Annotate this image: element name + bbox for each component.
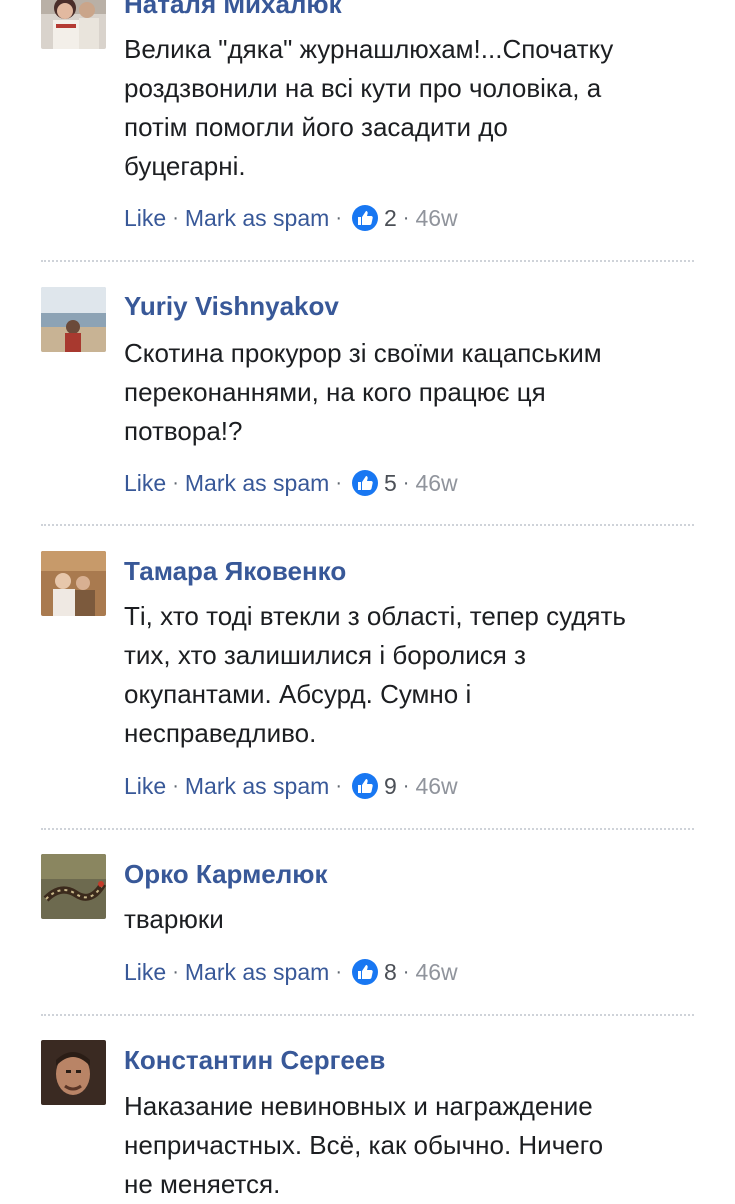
comment-actions: Like · Mark as spam · 9 · 46w — [124, 771, 458, 801]
like-button[interactable]: Like — [124, 205, 166, 232]
thumbs-up-icon[interactable] — [351, 205, 378, 231]
timestamp[interactable]: 46w — [415, 470, 457, 497]
thumbs-up-icon[interactable] — [351, 959, 378, 985]
like-button[interactable]: Like — [124, 470, 166, 497]
avatar[interactable] — [41, 854, 106, 919]
separator: · — [172, 960, 179, 983]
thumbs-up-icon[interactable] — [351, 773, 378, 799]
comment-divider — [41, 260, 694, 262]
like-button[interactable]: Like — [124, 773, 166, 800]
comment-author[interactable]: Орко Кармелюк — [124, 858, 328, 890]
mark-as-spam-button[interactable]: Mark as spam — [185, 205, 329, 232]
comment-text: тварюки — [124, 904, 224, 934]
separator: · — [172, 774, 179, 797]
mark-as-spam-button[interactable]: Mark as spam — [185, 470, 329, 497]
comment-divider — [41, 524, 694, 526]
separator: · — [402, 206, 410, 229]
comment-text: Велика "дяка" журнашлюхам!...Спочатку ро… — [124, 34, 614, 181]
reaction-count[interactable]: 9 — [384, 773, 397, 800]
avatar[interactable] — [41, 1040, 106, 1105]
reaction-count[interactable]: 2 — [384, 205, 397, 232]
comment-text: Скотина прокурор зі своїми кацапським пе… — [124, 338, 602, 446]
comment-actions: Like · Mark as spam · 8 · 46w — [124, 957, 458, 987]
comment-author[interactable]: Yuriy Vishnyakov — [124, 290, 339, 322]
avatar[interactable] — [41, 287, 106, 352]
separator: · — [335, 206, 342, 229]
timestamp[interactable]: 46w — [415, 205, 457, 232]
separator: · — [172, 206, 179, 229]
avatar[interactable] — [41, 0, 106, 49]
comment-author[interactable]: Наталя Михалюк — [124, 0, 342, 20]
separator: · — [402, 960, 410, 983]
comment-divider — [41, 828, 694, 830]
like-button[interactable]: Like — [124, 959, 166, 986]
comment-text: Ті, хто тоді втекли з області, тепер суд… — [124, 601, 626, 748]
mark-as-spam-button[interactable]: Mark as spam — [185, 959, 329, 986]
separator: · — [335, 774, 342, 797]
separator: · — [172, 471, 179, 494]
comment-divider — [41, 1014, 694, 1016]
comment-author[interactable]: Константин Сергеев — [124, 1044, 385, 1076]
separator: · — [402, 774, 410, 797]
separator: · — [402, 471, 410, 494]
separator: · — [335, 471, 342, 494]
comment-actions: Like · Mark as spam · 2 · 46w — [124, 203, 458, 233]
comment-actions: Like · Mark as spam · 5 · 46w — [124, 468, 458, 498]
timestamp[interactable]: 46w — [415, 959, 457, 986]
comment-text: Наказание невиновных и награждение непри… — [124, 1091, 604, 1199]
reaction-count[interactable]: 5 — [384, 470, 397, 497]
thumbs-up-icon[interactable] — [351, 470, 378, 496]
separator: · — [335, 960, 342, 983]
reaction-count[interactable]: 8 — [384, 959, 397, 986]
timestamp[interactable]: 46w — [415, 773, 457, 800]
mark-as-spam-button[interactable]: Mark as spam — [185, 773, 329, 800]
comment-author[interactable]: Тамара Яковенко — [124, 555, 346, 587]
avatar[interactable] — [41, 551, 106, 616]
